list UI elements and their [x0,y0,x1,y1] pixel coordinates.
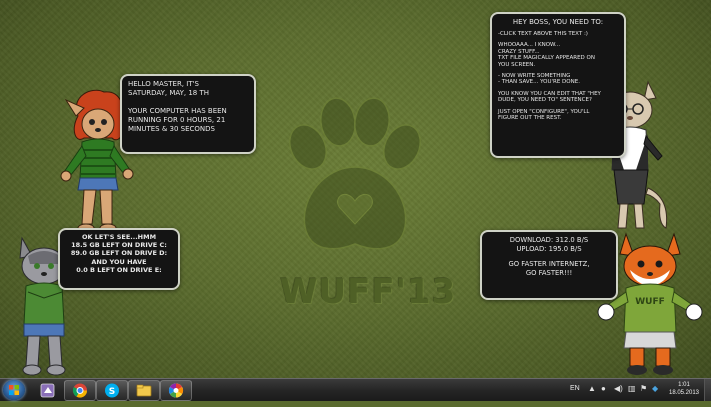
taskbar: S EN ▲ ● ◀) ▥ ⚑ ◆ 1:01 18.05.2013 [0,378,711,401]
clock-time: 1:01 [678,382,690,388]
desktop[interactable]: WUFF'13 WUFF HELLO MASTER, IT'S SATURDAY… [0,0,711,378]
greeting-line: HELLO MASTER, IT'S [128,80,199,88]
taskbar-skype-button[interactable]: S [96,380,128,401]
drives-line: OK LET'S SEE...HMM [81,233,157,241]
windows-logo-icon [9,385,19,395]
drives-line: AND YOU HAVE [91,257,147,266]
svg-text:S: S [109,387,115,397]
language-indicator[interactable]: EN [570,385,580,407]
tray-app-icon[interactable]: ● [601,384,606,393]
network-bubble: DOWNLOAD: 312.0 B/S UPLOAD: 195.0 B/S GO… [480,230,618,300]
drive-c-line: 18.5 GB LEFT ON DRIVE C: [71,241,167,250]
paw-logo-icon [289,97,421,250]
show-desktop-button[interactable] [704,379,711,401]
drives-bubble: OK LET'S SEE...HMM 18.5 GB LEFT ON DRIVE… [58,228,180,290]
network-tray-icon[interactable]: ▥ [628,384,636,393]
logo-text: WUFF'13 [280,272,457,312]
drive-d-line: 89.0 GB LEFT ON DRIVE D: [70,249,168,258]
action-center-flag-icon[interactable]: ⚑ [640,384,647,393]
notes-bubble[interactable]: HEY BOSS, YOU NEED TO: -CLICK TEXT ABOVE… [490,12,626,158]
taskbar-picasa-button[interactable] [160,380,192,401]
taskbar-chrome-button[interactable] [64,380,96,401]
notes-line: FIGURE OUT THE REST. [498,115,562,122]
taskbar-program-button[interactable] [32,380,64,401]
upload-speed: UPLOAD: 195.0 B/S [516,244,582,253]
chrome-icon [72,383,88,398]
network-line: GO FASTER INTERNETZ, [508,260,590,269]
network-line: GO FASTER!!! [525,268,573,277]
uptime-line: RUNNING FOR 0 HOURS, 21 [128,116,226,124]
tray-shield-icon[interactable]: ◆ [652,384,658,393]
download-speed: DOWNLOAD: 312.0 B/S [509,236,589,244]
clock[interactable]: 1:01 18.05.2013 [666,381,702,397]
notes-title[interactable]: HEY BOSS, YOU NEED TO: [498,18,618,27]
skype-icon: S [105,383,119,398]
folder-icon [136,384,152,397]
tray-arrow-icon[interactable]: ▲ [588,384,596,393]
clock-date: 18.05.2013 [668,390,700,396]
taskbar-explorer-button[interactable] [128,380,160,401]
program-icon [40,383,55,398]
uptime-line: YOUR COMPUTER HAS BEEN [128,107,227,115]
mascot-shirt-text: WUFF [635,297,665,307]
drive-e-line: 0.0 B LEFT ON DRIVE E: [76,265,162,274]
picasa-icon [168,383,184,398]
greeting-bubble: HELLO MASTER, IT'S SATURDAY, MAY, 18 TH … [120,74,256,154]
volume-icon[interactable]: ◀) [614,384,623,393]
uptime-line: MINUTES & 30 SECONDS [128,125,215,133]
start-button[interactable] [3,380,25,400]
date-line: SATURDAY, MAY, 18 TH [128,89,210,97]
